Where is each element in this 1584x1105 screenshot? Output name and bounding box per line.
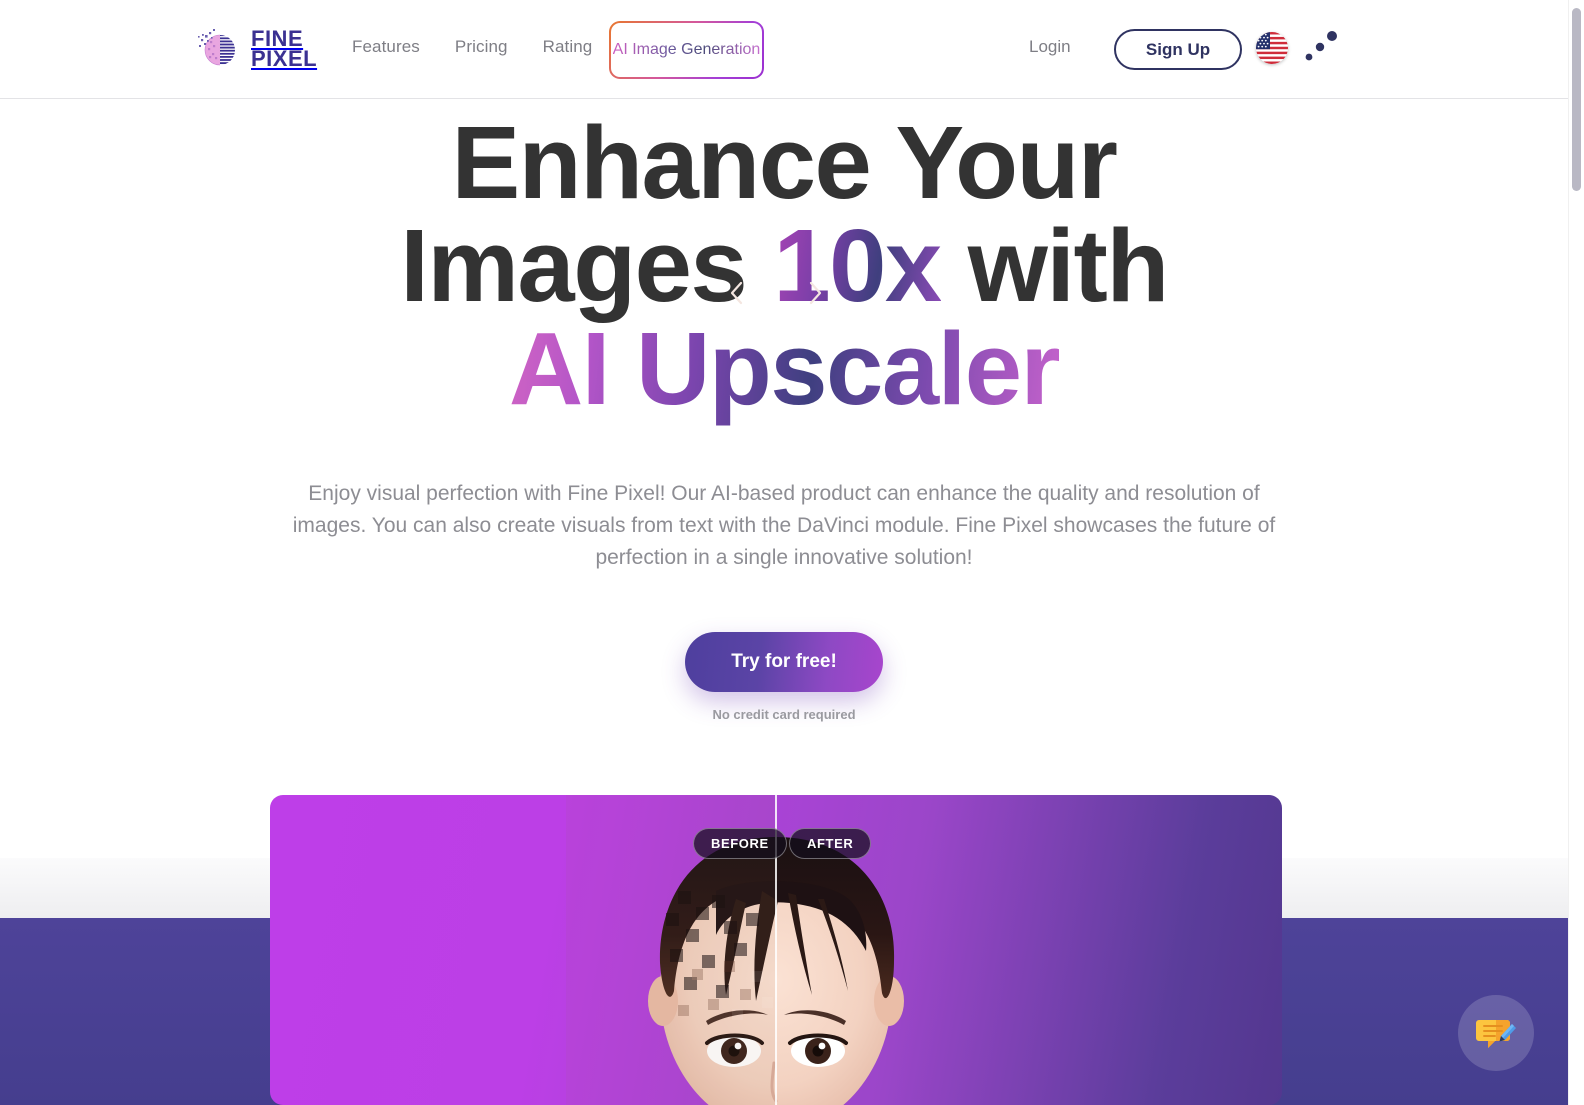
login-link[interactable]: Login bbox=[1029, 37, 1071, 57]
ai-image-generation-button[interactable]: AI Image Generation bbox=[609, 21, 764, 79]
hero-subtitle: Enjoy visual perfection with Fine Pixel!… bbox=[292, 482, 1276, 569]
cta-note: No credit card required bbox=[712, 707, 856, 722]
sign-up-button[interactable]: Sign Up bbox=[1114, 29, 1242, 70]
nav-item-pricing[interactable]: Pricing bbox=[455, 37, 508, 57]
fine-pixel-circle-logo-icon bbox=[198, 29, 235, 66]
vertical-scroll-thumb[interactable] bbox=[1572, 8, 1581, 191]
us-flag-glyph bbox=[1256, 32, 1288, 64]
chat-feedback-button[interactable] bbox=[1458, 995, 1534, 1071]
hero-section: Enhance Your Images 10x with AI Upscaler… bbox=[0, 99, 1568, 722]
headline-line-2-suffix: with bbox=[940, 208, 1169, 323]
chevron-left-icon[interactable] bbox=[727, 280, 747, 306]
three-dots-decoration-icon bbox=[1305, 31, 1337, 61]
page-title: Enhance Your Images 10x with AI Upscaler bbox=[234, 99, 1334, 420]
main-navigation: Features Pricing Rating bbox=[352, 37, 592, 57]
headline-accent-ai-upscaler: AI Upscaler bbox=[508, 311, 1061, 426]
chevron-right-icon[interactable] bbox=[805, 280, 825, 306]
brand-name-line2: PIXEL bbox=[251, 46, 318, 71]
vertical-scrollbar[interactable] bbox=[1568, 0, 1584, 1105]
us-flag-icon[interactable] bbox=[1256, 32, 1288, 64]
site-header: FINE PIXEL Features Pricing Rating AI Im… bbox=[0, 0, 1568, 99]
headline-line-2-prefix: Images bbox=[400, 208, 774, 323]
badge-before[interactable]: BEFORE bbox=[693, 828, 787, 859]
brand-logo[interactable]: FINE PIXEL bbox=[196, 25, 317, 73]
headline-line-1: Enhance Your bbox=[451, 105, 1118, 220]
brand-wordmark: FINE PIXEL bbox=[251, 27, 318, 71]
try-for-free-button[interactable]: Try for free! bbox=[685, 632, 883, 692]
hero-cta-area: Try for free! No credit card required bbox=[0, 632, 1568, 722]
nav-item-rating[interactable]: Rating bbox=[543, 37, 593, 57]
headline-accent-10x: 10x bbox=[773, 208, 942, 323]
page-viewport: FINE PIXEL Features Pricing Rating AI Im… bbox=[0, 0, 1568, 1105]
nav-item-features[interactable]: Features bbox=[352, 37, 420, 57]
ai-image-generation-label: AI Image Generation bbox=[612, 41, 761, 58]
chat-feedback-icon bbox=[1476, 1020, 1516, 1048]
badge-after[interactable]: AFTER bbox=[789, 828, 872, 859]
